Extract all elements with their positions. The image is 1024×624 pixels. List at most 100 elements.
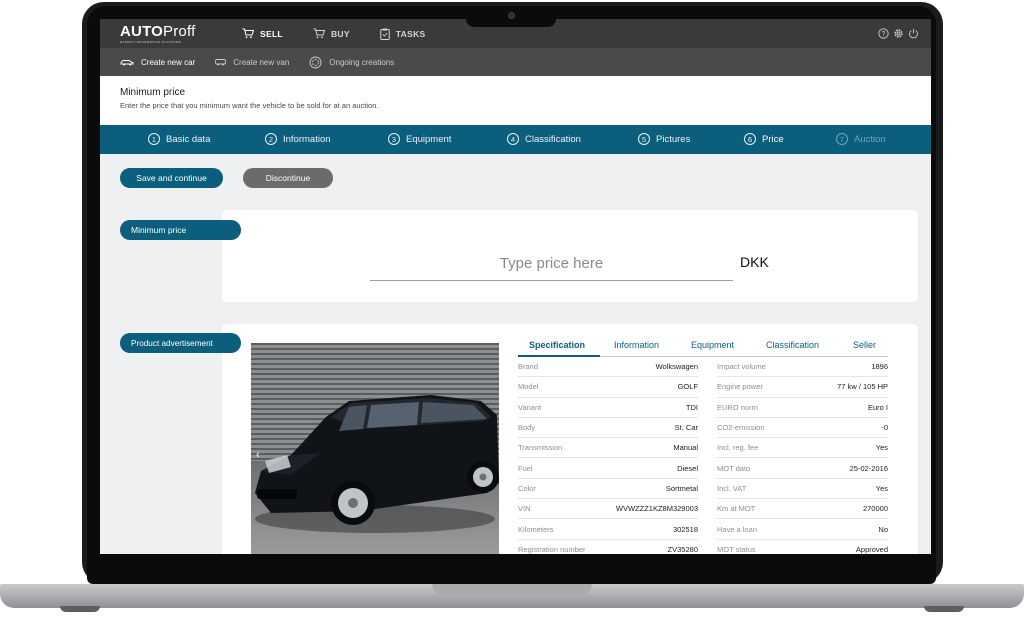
car-photo[interactable] — [251, 343, 499, 554]
spec-row: Km at MOT 270000 — [717, 499, 888, 520]
spec-row: EURO norm Euro I — [717, 398, 888, 418]
spec-value: ZV35280 — [667, 544, 698, 554]
spec-value: St. Car — [674, 423, 698, 433]
laptop-foot-right — [924, 606, 964, 612]
subnav-create-new-van[interactable]: Create new van — [215, 58, 289, 67]
spec-value: Manual — [673, 443, 698, 453]
spec-column-left: Brand Wolkswagen Model GOLF Variant TDI Bod… — [518, 357, 698, 554]
help-icon[interactable]: ? — [878, 28, 889, 39]
power-icon[interactable] — [908, 28, 919, 39]
gear-icon[interactable] — [893, 28, 904, 39]
step-label: Price — [762, 133, 784, 145]
step-number: 4 — [507, 133, 519, 145]
svg-text:?: ? — [882, 31, 886, 38]
step-label: Auction — [854, 133, 886, 145]
subnav-create-new-car[interactable]: Create new car — [120, 58, 195, 67]
spec-label: Km at MOT — [717, 504, 756, 514]
autoproff-logo[interactable]: AUTOProff EXPERT INFORMATION PLATFORM — [120, 22, 212, 46]
logo-auto: AUTO — [120, 22, 164, 40]
price-input[interactable] — [370, 247, 733, 281]
tab-specification[interactable]: Specification — [529, 340, 585, 350]
spec-row: VIN WVWZZZ1KZ8M329003 — [518, 499, 698, 520]
spec-value: Yes — [875, 483, 888, 493]
spec-value: Diesel — [677, 463, 698, 473]
save-and-continue-button[interactable]: Save and continue — [120, 168, 223, 188]
page-description: Enter the price that you minimum want th… — [120, 101, 379, 110]
app-screen: AUTOProff EXPERT INFORMATION PLATFORM SE… — [100, 19, 931, 554]
chevron-left-icon[interactable]: ‹ — [256, 449, 260, 461]
spec-label: MOT status — [717, 544, 756, 554]
spec-row: Impact volume 1896 — [717, 357, 888, 378]
sub-navigation: Create new car Create new van Ongoing cr… — [100, 48, 931, 76]
spec-label: EURO norm — [717, 402, 758, 412]
nav-sell[interactable]: SELL — [242, 28, 283, 39]
spec-value: Euro I — [867, 402, 888, 412]
nav-tasks-label: TASKS — [395, 28, 426, 39]
spec-value: No — [878, 524, 888, 534]
spec-row: Color Sortmetal — [518, 479, 698, 500]
tab-classification[interactable]: Classification — [766, 340, 819, 350]
subnav-ongoing-creations[interactable]: Ongoing creations — [309, 56, 394, 69]
step-classification[interactable]: 4 Classification — [507, 133, 581, 145]
step-label: Classification — [525, 133, 581, 145]
step-label: Equipment — [406, 133, 452, 145]
spec-row: Kilometers 302518 — [518, 519, 698, 540]
currency-label: DKK — [740, 254, 769, 270]
spec-label: Kilometers — [518, 524, 554, 534]
subnav-create-new-car-label: Create new car — [141, 57, 196, 67]
tab-seller[interactable]: Seller — [853, 340, 876, 350]
subnav-ongoing-creations-label: Ongoing creations — [329, 57, 395, 67]
spec-row: Variant TDI — [518, 398, 698, 418]
spec-label: Incl. reg. fee — [717, 443, 759, 453]
nav-tasks[interactable]: TASKS — [380, 28, 426, 40]
spec-value: 25-02-2016 — [849, 463, 888, 473]
spec-row: Have a loan No — [717, 519, 888, 540]
spinner-icon — [309, 56, 322, 68]
spec-row: Incl. VAT Yes — [717, 479, 888, 500]
spec-value: Yes — [875, 443, 888, 453]
subnav-create-new-van-label: Create new van — [233, 57, 290, 67]
laptop-base-notch — [432, 584, 592, 594]
spec-value: Approved — [855, 544, 888, 554]
spec-label: Model — [518, 382, 539, 392]
spec-value: 1896 — [871, 362, 888, 372]
step-equipment[interactable]: 3 Equipment — [388, 133, 451, 145]
discontinue-button[interactable]: Discontinue — [243, 168, 333, 188]
cart-buy-icon — [313, 28, 325, 39]
spec-label: Impact volume — [717, 362, 766, 372]
spec-value: 270000 — [862, 504, 888, 514]
spec-label: Body — [518, 423, 536, 433]
spec-label: Have a loan — [717, 524, 758, 534]
spec-value: Wolkswagen — [655, 362, 698, 372]
nav-buy[interactable]: BUY — [313, 28, 350, 39]
spec-value: Sortmetal — [665, 483, 698, 493]
top-right-icons: ? — [878, 28, 919, 39]
tab-equipment[interactable]: Equipment — [691, 340, 734, 350]
spec-row: Transmission Manual — [518, 438, 698, 459]
step-information[interactable]: 2 Information — [265, 133, 331, 145]
spec-row: MOT status Approved — [717, 540, 888, 554]
spec-label: VIN — [518, 504, 531, 514]
step-price[interactable]: 6 Price — [744, 133, 784, 145]
spec-label: MOT dato — [717, 463, 751, 473]
spec-column-right: Impact volume 1896 Engine power 77 kw / 10… — [717, 357, 888, 554]
step-number: 6 — [744, 133, 756, 145]
spec-row: Engine power 77 kw / 105 HP — [717, 377, 888, 398]
spec-row: Brand Wolkswagen — [518, 357, 698, 378]
page-title: Minimum price — [120, 87, 186, 98]
spec-label: Transmission — [518, 443, 563, 453]
step-number: 5 — [638, 133, 650, 145]
spec-row: Body St. Car — [518, 418, 698, 439]
spec-value: 302518 — [672, 524, 698, 534]
spec-label: Brand — [518, 362, 539, 372]
car-icon — [120, 60, 134, 66]
tab-information[interactable]: Information — [614, 340, 659, 350]
spec-value: GOLF — [677, 382, 698, 392]
step-progress-bar: 1 Basic data 2 Information 3 Equipment 4 Cla… — [100, 125, 931, 154]
van-icon — [215, 59, 227, 66]
spec-row: Incl. reg. fee Yes — [717, 438, 888, 459]
laptop-foot-left — [60, 606, 100, 612]
nav-buy-label: BUY — [330, 28, 350, 39]
step-pictures[interactable]: 5 Pictures — [638, 133, 690, 145]
step-basic-data[interactable]: 1 Basic data — [148, 133, 210, 145]
